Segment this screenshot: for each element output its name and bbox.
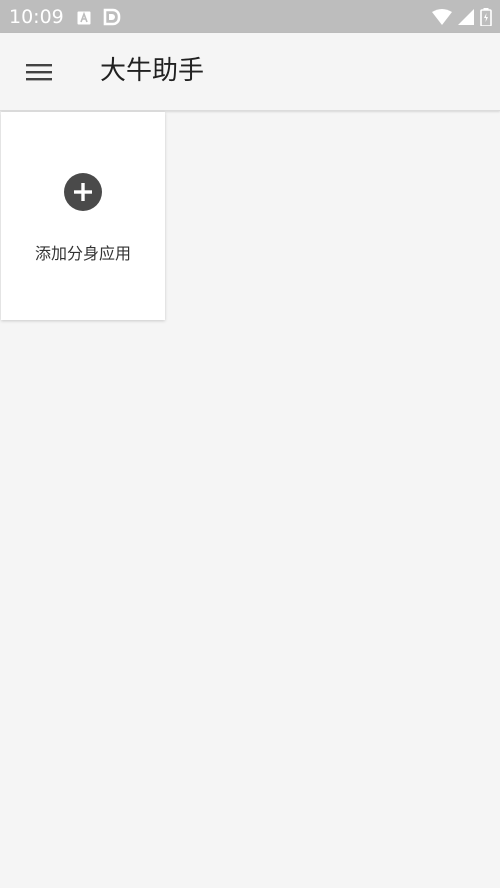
- plus-circle-icon: [64, 173, 102, 211]
- status-time: 10:09: [9, 6, 64, 28]
- app-bar: 大牛助手: [0, 33, 500, 111]
- add-clone-app-card[interactable]: 添加分身应用: [1, 112, 165, 320]
- notification-d-icon: [103, 8, 121, 30]
- page-title: 大牛助手: [100, 56, 205, 86]
- notification-a-icon: [77, 10, 91, 29]
- menu-button[interactable]: [22, 57, 56, 87]
- status-bar: 10:09: [0, 0, 500, 33]
- add-clone-app-label: 添加分身应用: [34, 244, 131, 263]
- signal-icon: [458, 9, 474, 29]
- battery-icon: [480, 8, 492, 30]
- status-right-icons: [432, 8, 492, 30]
- wifi-icon: [432, 9, 452, 29]
- hamburger-menu-icon: [26, 64, 52, 81]
- status-left-icons: [77, 8, 121, 30]
